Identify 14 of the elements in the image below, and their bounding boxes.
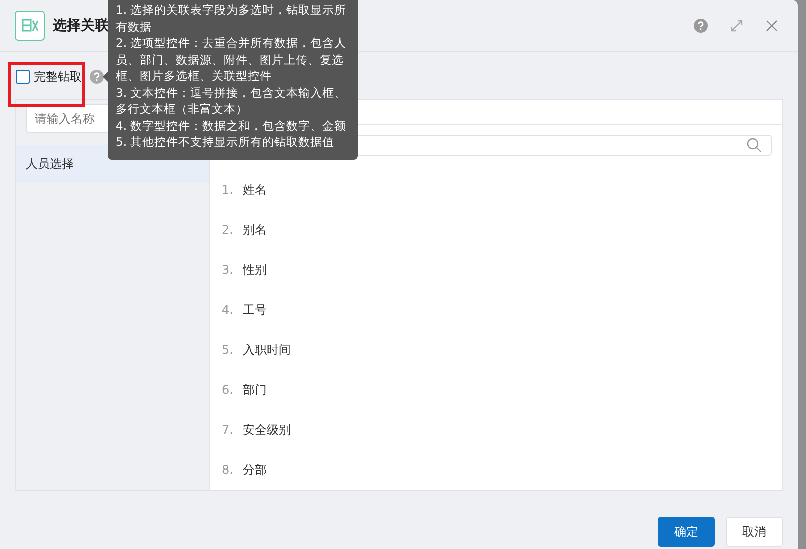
tooltip-text: 3. 文本控件：逗号拼接，包含文本输入框、多行文本框（非富文本） (116, 84, 348, 118)
tooltip-text: 4. 数字型控件：数据之和，包含数字、金额 (116, 118, 348, 134)
dialog-title: 选择关联 (53, 16, 109, 34)
full-drill-label: 完整钻取 (34, 68, 82, 86)
field-number: 5. (222, 343, 234, 357)
field-number: 8. (222, 463, 234, 477)
field-number: 1. (222, 183, 234, 197)
field-number: 3. (222, 263, 234, 277)
field-number: 4. (222, 303, 234, 317)
field-number: 7. (222, 423, 234, 437)
field-number: 2. (222, 223, 234, 237)
tooltip-text: 2. 选项型控件：去重合并所有数据，包含人员、部门、数据源、附件、图片上传、复选框、图片多选框、关联型控件 (116, 35, 348, 84)
field-number: 6. (222, 383, 234, 397)
tooltip-text: 1. 选择的关联表字段为多选时，钻取显示所有数据 (116, 2, 348, 35)
